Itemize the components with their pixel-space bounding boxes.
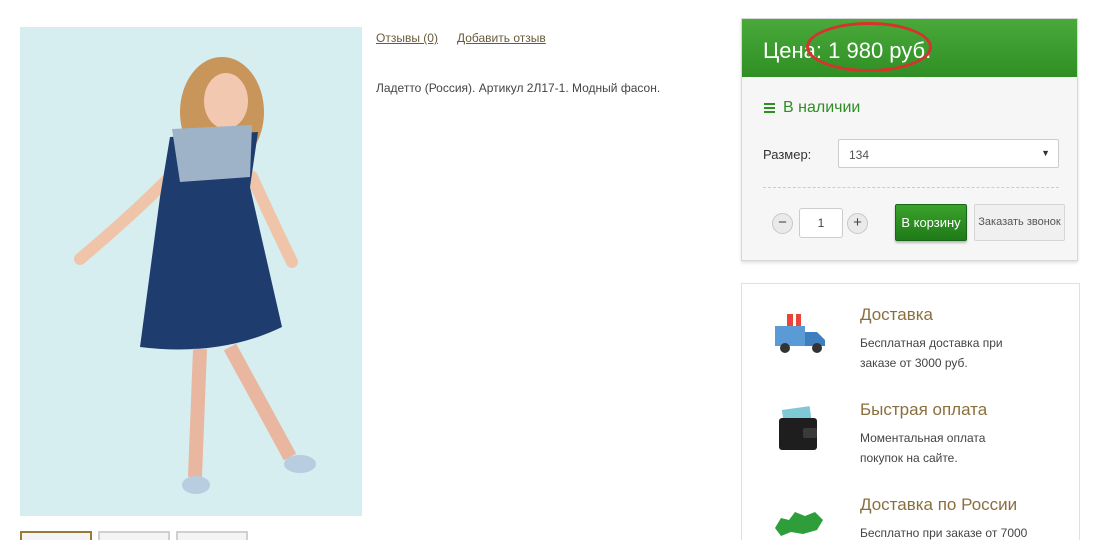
benefit-title: Быстрая оплата [860,400,988,419]
benefit-text-line2: покупок на сайте. [860,451,958,465]
stock-label: В наличии [783,99,861,116]
benefits-box: Доставка Бесплатная доставка при заказе … [741,283,1080,540]
size-label: Размер: [763,147,812,162]
thumbnail-2[interactable] [98,531,170,540]
reviews-link[interactable]: Отзывы (0) [376,31,438,45]
benefit-russia-delivery: Доставка по России Бесплатно при заказе … [860,495,1027,540]
thumbnail-1[interactable] [20,531,92,540]
quantity-plus-button[interactable]: + [847,213,868,234]
product-photo[interactable] [20,27,362,516]
order-call-button[interactable]: Заказать звонок [974,204,1065,241]
wallet-icon [779,406,817,450]
benefit-payment: Быстрая оплата Моментальная оплата покуп… [860,400,987,468]
benefit-text-line1: Бесплатно при заказе от 7000 [860,526,1028,540]
benefit-title: Доставка по России [860,495,1018,514]
girl-in-dress-image [20,27,362,516]
thumbnail-3[interactable] [176,531,248,540]
photo-thumbnails [20,531,248,540]
stock-status: В наличии [764,99,860,117]
delivery-truck-icon [775,314,825,353]
size-select[interactable]: 134 ▼ [838,139,1059,168]
quantity-input[interactable]: 1 [799,208,843,238]
benefit-text-line1: Бесплатная доставка при [860,336,1003,350]
benefit-delivery: Доставка Бесплатная доставка при заказе … [860,305,1003,373]
russia-map-icon [775,512,823,536]
review-links: Отзывы (0) Добавить отзыв [376,31,546,45]
quantity-minus-button[interactable]: − [772,213,793,234]
price-highlight-circle [806,22,932,72]
benefit-title: Доставка [860,305,934,324]
chevron-down-icon: ▼ [1041,148,1050,158]
add-to-cart-button[interactable]: В корзину [895,204,967,241]
divider [763,187,1059,188]
benefit-text-line1: Моментальная оплата [860,431,986,445]
product-description: Ладетто (Россия). Артикул 2Л17-1. Модный… [376,81,661,95]
price-box: Цена: 1 980 руб. В наличии Размер: 134 ▼… [741,18,1078,261]
add-review-link[interactable]: Добавить отзыв [457,31,546,45]
benefit-text-line2: заказе от 3000 руб. [860,356,968,370]
list-icon [764,102,775,114]
size-value: 134 [849,148,870,162]
price-header: Цена: 1 980 руб. [742,19,1077,77]
